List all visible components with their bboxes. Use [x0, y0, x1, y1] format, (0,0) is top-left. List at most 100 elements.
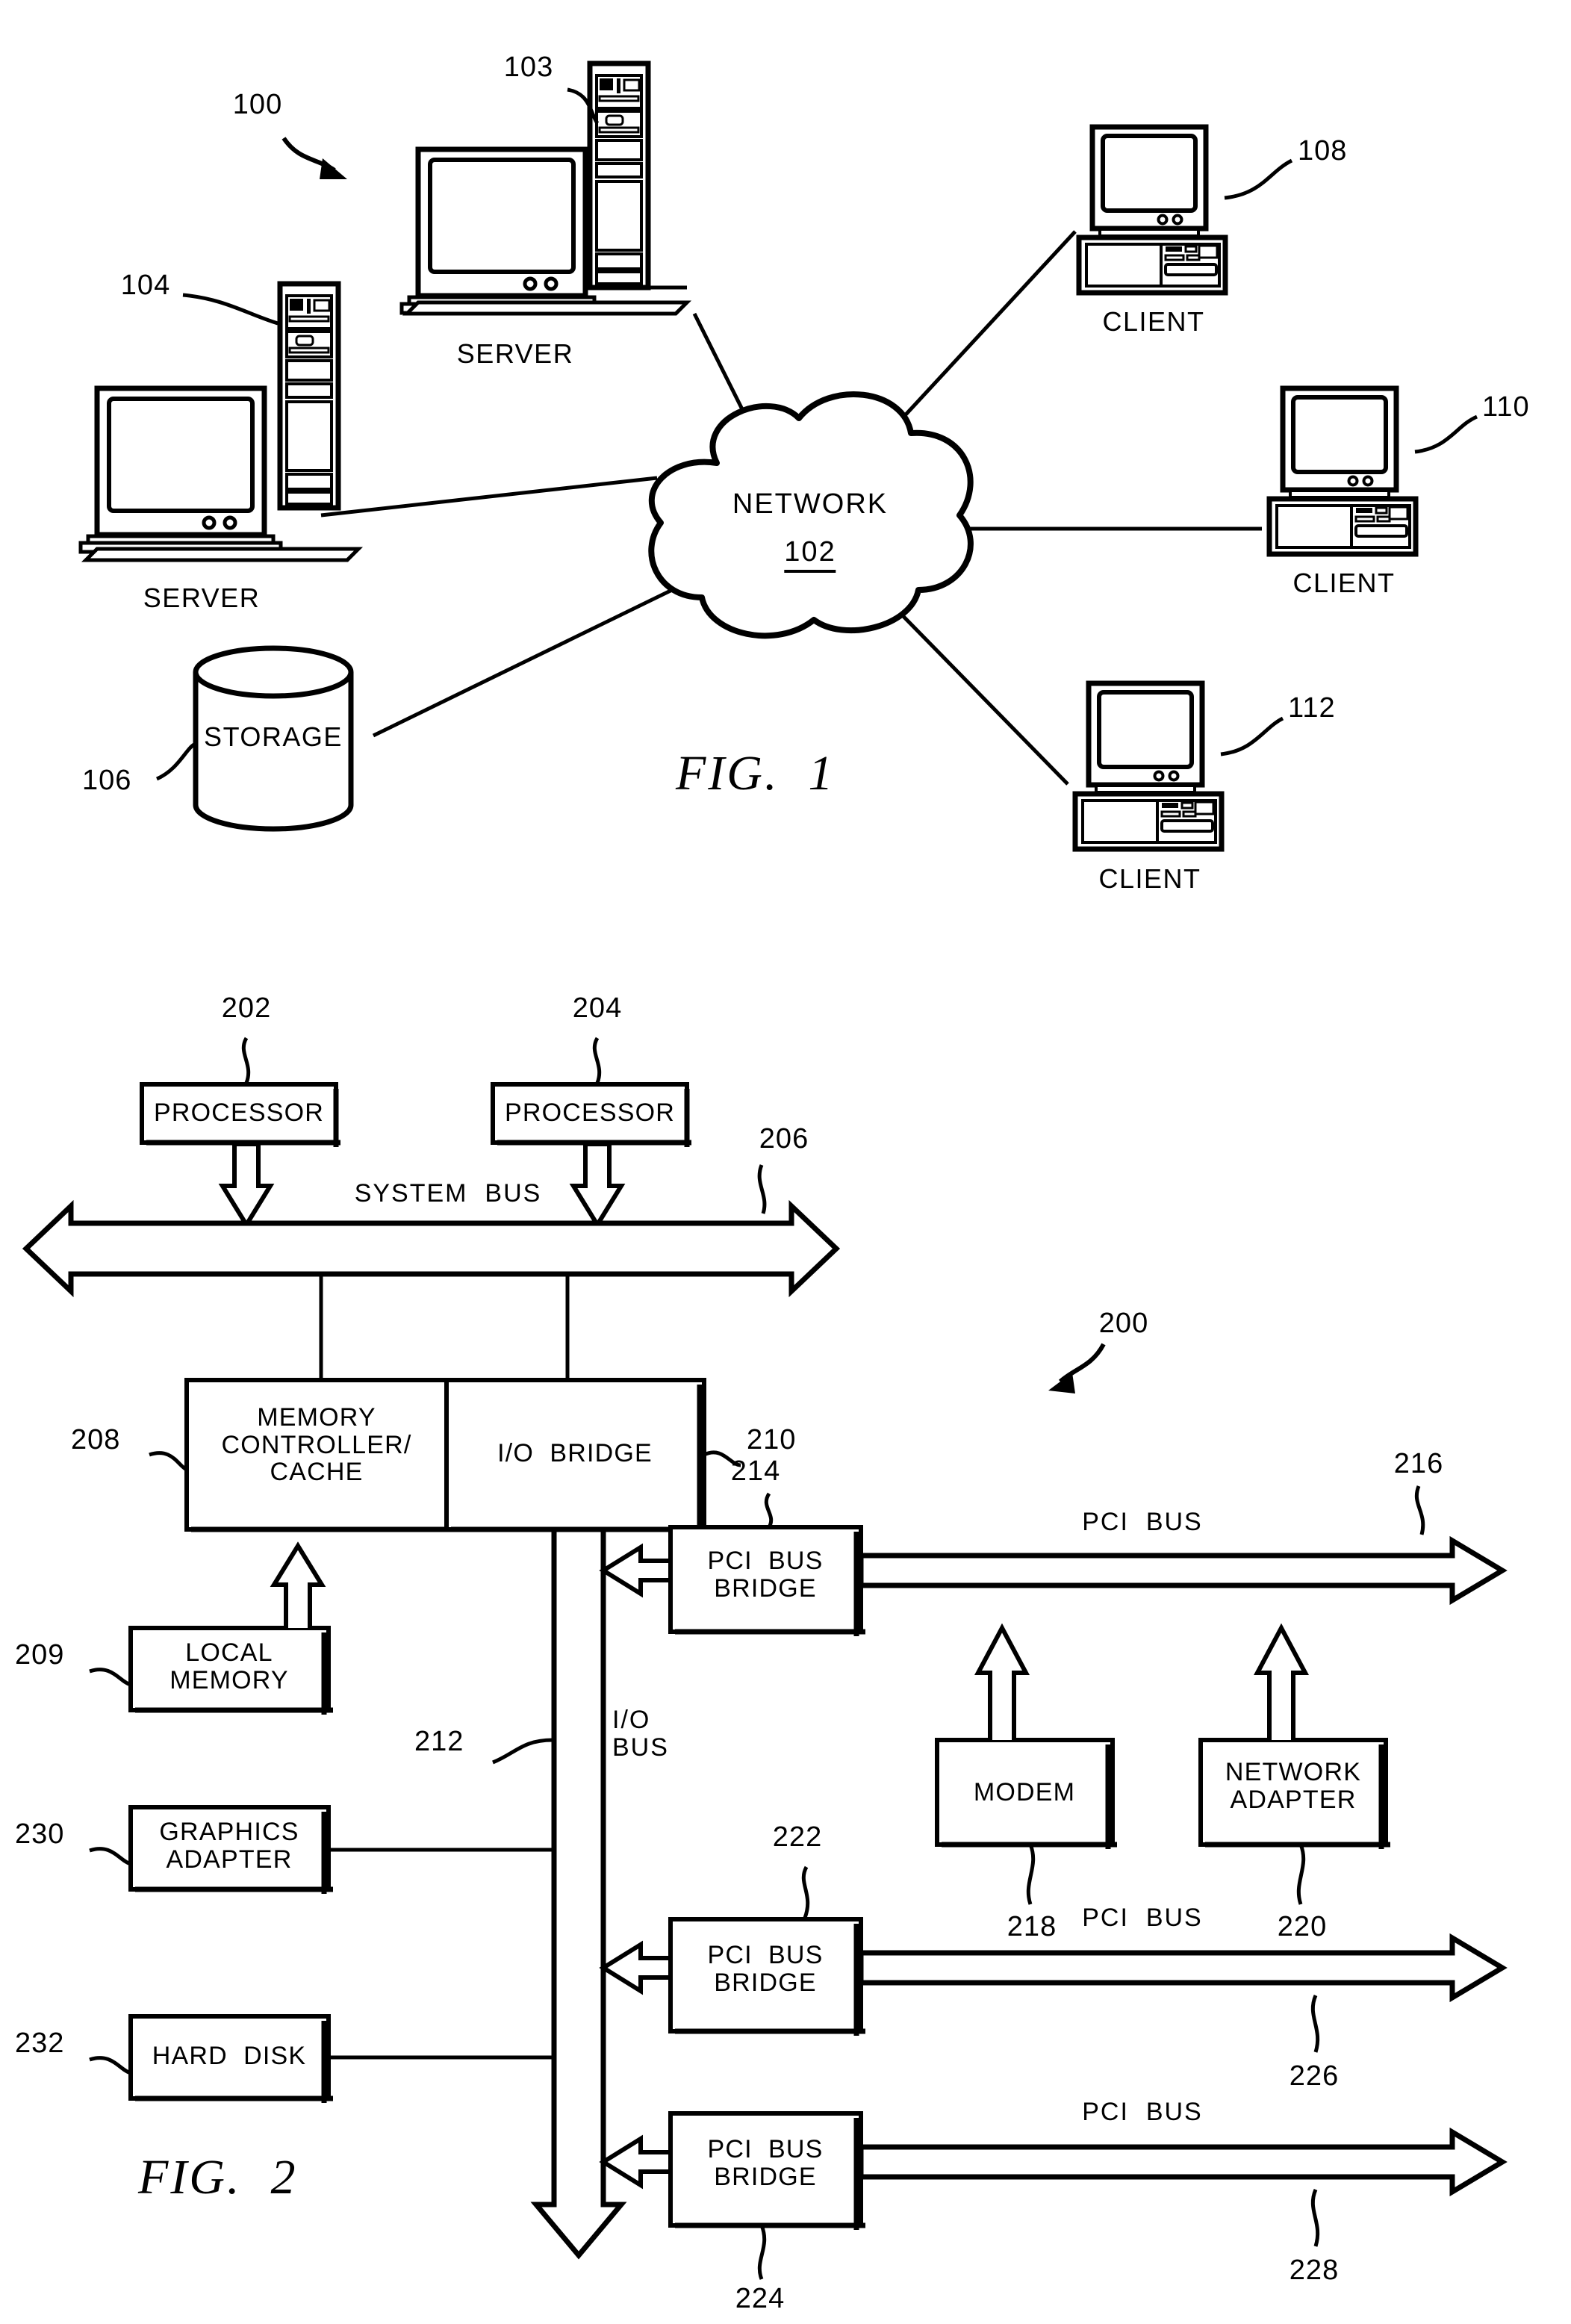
processor-204-label: PROCESSOR: [504, 1099, 676, 1127]
ref-202: 202: [221, 992, 272, 1024]
processor-202-bus-arrow: [218, 1142, 275, 1229]
server-104-tower-icon: [280, 284, 338, 508]
server-104-label: SERVER: [143, 582, 261, 613]
client-110-icon: [1269, 388, 1416, 554]
leader-112: [1220, 716, 1284, 756]
leader-110: [1414, 414, 1478, 454]
pci-bus-bridge-224-label: PCI BUS BRIDGE: [707, 2135, 824, 2191]
network-label: NETWORK: [732, 488, 889, 520]
client-112-label: CLIENT: [1098, 863, 1201, 894]
client-112-icon: [1075, 683, 1222, 849]
leader-228: [1310, 2189, 1320, 2247]
ref-206: 206: [759, 1123, 809, 1155]
leader-202: [241, 1037, 251, 1084]
leader-212: [492, 1738, 553, 1765]
link-storage-network: [372, 588, 673, 738]
client-108-label: CLIENT: [1102, 306, 1205, 337]
server-103-tower-icon: [590, 63, 648, 288]
bridge-214-io-arrow: [599, 1543, 673, 1598]
network-adapter-220-label: NETWORK ADAPTER: [1225, 1758, 1362, 1814]
leader-222: [801, 1865, 810, 1918]
link-client108-network: [887, 230, 1077, 435]
pci-bus-bridge-214-label: PCI BUS BRIDGE: [707, 1547, 824, 1603]
system-bus-206-label: SYSTEM BUS: [354, 1179, 542, 1208]
leader-220: [1296, 1844, 1306, 1905]
hard-disk-232-label: HARD DISK: [152, 2042, 307, 2070]
figure-1-caption: FIG. 1: [676, 746, 836, 801]
storage-106-label: STORAGE: [204, 721, 343, 752]
ref-208: 208: [71, 1424, 121, 1455]
bridge-222-io-arrow: [599, 1940, 673, 1995]
ref-102: 102: [784, 536, 836, 573]
ref-214: 214: [730, 1455, 781, 1487]
ref-200: 200: [1098, 1308, 1149, 1339]
ref-226: 226: [1289, 2060, 1340, 2092]
modem-218-label: MODEM: [973, 1778, 1076, 1806]
graphics-adapter-230-label: GRAPHICS ADAPTER: [159, 1818, 299, 1874]
ref-204: 204: [572, 992, 623, 1024]
local-memory-209-label: LOCAL MEMORY: [169, 1638, 289, 1694]
leader-208: [149, 1451, 188, 1472]
link-client112-network: [883, 596, 1069, 786]
io-bus-212-shape: [530, 1526, 627, 2260]
pci-bus-228-shape: [858, 2127, 1508, 2197]
ref-100: 100: [232, 89, 283, 120]
ref-220: 220: [1277, 1911, 1328, 1942]
leader-226: [1310, 1995, 1320, 2053]
leader-104: [182, 293, 279, 326]
server-103-base-plate: [402, 300, 692, 316]
leader-230: [89, 1847, 131, 1866]
processor-202-label: PROCESSOR: [153, 1099, 325, 1127]
figure-2-caption: FIG. 2: [138, 2150, 298, 2205]
leader-224: [757, 2225, 767, 2280]
modem-pci-arrow: [974, 1623, 1030, 1740]
system-100-arrow: [281, 137, 347, 179]
leader-108: [1224, 158, 1293, 200]
server-103-label: SERVER: [456, 338, 574, 369]
ref-106: 106: [82, 765, 132, 796]
pci-bus-216-shape: [858, 1535, 1508, 1606]
processor-204-bus-arrow: [569, 1142, 626, 1229]
server-103-icon: [402, 149, 602, 313]
ref-108: 108: [1298, 135, 1348, 167]
ref-224: 224: [735, 2283, 786, 2314]
network-adapter-pci-arrow: [1254, 1623, 1309, 1740]
leader-204: [592, 1037, 602, 1084]
memory-controller-208-label: MEMORY CONTROLLER/ CACHE: [221, 1403, 412, 1487]
ref-222: 222: [772, 1821, 823, 1853]
io-bridge-210-label: I/O BRIDGE: [497, 1439, 653, 1467]
server-104-base-plate: [81, 547, 364, 562]
pci-bus-216-label: PCI BUS: [1082, 1508, 1203, 1536]
ref-216: 216: [1393, 1448, 1444, 1479]
leader-206: [757, 1164, 767, 1214]
patent-drawing-sheet: 100 103 SERVER 104 SERVER 106 STORAGE 10…: [0, 0, 1571, 2324]
pci-bus-226-label: PCI BUS: [1082, 1904, 1203, 1932]
ref-110: 110: [1482, 391, 1530, 423]
ref-209: 209: [15, 1639, 65, 1671]
ref-230: 230: [15, 1818, 65, 1850]
ref-210: 210: [747, 1424, 797, 1455]
client-110-label: CLIENT: [1292, 568, 1396, 598]
link-server104-network: [320, 476, 658, 518]
ref-218: 218: [1007, 1911, 1057, 1942]
leader-106: [155, 742, 197, 781]
system-bus-206-shape: [22, 1199, 841, 1298]
io-bus-212-label: I/O BUS: [612, 1706, 669, 1762]
leader-209: [89, 1668, 131, 1687]
ref-103: 103: [503, 52, 554, 83]
server-104-icon: [81, 388, 281, 552]
network-ref-wrap: 102: [784, 536, 836, 573]
pci-bus-bridge-222-label: PCI BUS BRIDGE: [707, 1941, 824, 1997]
pci-bus-226-shape: [858, 1933, 1508, 2003]
leader-232: [89, 2056, 131, 2075]
client-108-icon: [1079, 127, 1225, 293]
ref-104: 104: [120, 270, 171, 301]
ref-112: 112: [1288, 692, 1336, 724]
bridge-224-io-arrow: [599, 2134, 673, 2190]
leader-218: [1026, 1844, 1036, 1905]
ref-212: 212: [414, 1726, 464, 1757]
leader-216: [1414, 1485, 1425, 1535]
leader-214: [764, 1492, 774, 1529]
pci-bus-228-label: PCI BUS: [1082, 2098, 1203, 2126]
ref-232: 232: [15, 2028, 65, 2059]
